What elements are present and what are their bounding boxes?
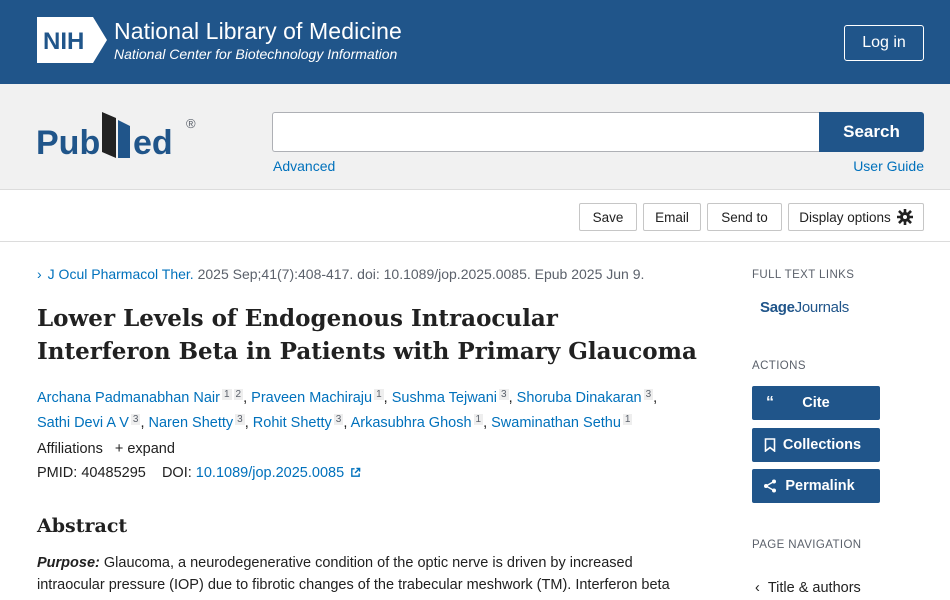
author-link[interactable]: Sathi Devi A V3 xyxy=(37,414,141,431)
affiliation-ref[interactable]: 1 xyxy=(374,389,384,400)
chevron-right-icon: › xyxy=(37,266,42,282)
article-ids: PMID: 40485295 DOI: 10.1089/jop.2025.008… xyxy=(37,465,361,481)
pubmed-logo[interactable]: Pub ed ® xyxy=(36,106,206,166)
author-link[interactable]: Rohit Shetty 3 xyxy=(252,414,344,431)
affiliation-ref[interactable]: 1 xyxy=(221,389,232,400)
author-link[interactable]: Praveen Machiraju 1 xyxy=(251,389,384,406)
doi-link[interactable]: 10.1089/jop.2025.0085 xyxy=(196,465,361,481)
affiliation-ref[interactable]: 2 xyxy=(233,389,244,400)
author-name: Sushma Tejwani xyxy=(391,390,498,406)
nav-title-authors-label: Title & authors xyxy=(767,580,861,596)
permalink-button[interactable]: Permalink xyxy=(752,469,880,503)
doi-value: 10.1089/jop.2025.0085 xyxy=(195,465,345,481)
author-name: Archana Padmanabhan Nair xyxy=(37,390,220,406)
sage-brand-suffix: Journals xyxy=(794,299,850,316)
nih-header: NIH National Library of Medicine Nationa… xyxy=(0,0,950,84)
author-separator: , xyxy=(243,390,252,406)
actions-heading: ACTIONS xyxy=(752,360,806,372)
author-separator: , xyxy=(508,390,517,406)
abstract-purpose-label: Purpose: xyxy=(37,555,100,571)
sage-brand: Sage xyxy=(760,299,795,316)
display-options-button[interactable]: Display options xyxy=(788,203,924,231)
authors-list: Archana Padmanabhan Nair 1 2, Praveen Mach… xyxy=(37,384,677,434)
author-name: Rohit Shetty xyxy=(252,415,332,431)
svg-text:Pub: Pub xyxy=(36,124,100,162)
nav-title-authors[interactable]: ‹ Title & authors xyxy=(755,580,861,596)
pmid-label: PMID: xyxy=(37,465,78,481)
email-button[interactable]: Email xyxy=(643,203,701,231)
page-navigation-heading: PAGE NAVIGATION xyxy=(752,539,862,551)
user-guide-link[interactable]: User Guide xyxy=(853,158,924,174)
article-title: Lower Levels of Endogenous Intraocular I… xyxy=(37,305,697,365)
nih-logo[interactable]: NIH xyxy=(37,17,107,63)
full-text-links-heading: FULL TEXT LINKS xyxy=(752,269,855,281)
author-separator: , xyxy=(140,415,149,431)
external-link-icon xyxy=(351,467,361,477)
article-toolbar: Save Email Send to Display options xyxy=(0,191,950,242)
author-name: Sathi Devi A V xyxy=(37,415,129,431)
author-separator: , xyxy=(483,415,492,431)
author-name: Arkasubhra Ghosh xyxy=(350,415,472,431)
doi-label: DOI: xyxy=(161,465,192,481)
permalink-label: Permalink xyxy=(785,478,855,494)
abstract-text: Purpose: Glaucoma, a neurodegenerative c… xyxy=(37,552,677,596)
abstract-purpose-text: Glaucoma, a neurodegenerative condition … xyxy=(37,555,670,593)
author-separator: , xyxy=(244,415,253,431)
author-name: Swaminathan Sethu xyxy=(491,415,621,431)
affiliation-ref[interactable]: 3 xyxy=(643,389,654,400)
author-link[interactable]: Sushma Tejwani 3 xyxy=(391,389,509,406)
org-title: National Library of Medicine xyxy=(114,18,402,44)
affiliations-expand-toggle[interactable]: + expand xyxy=(115,441,175,457)
svg-text:ed: ed xyxy=(133,124,173,162)
search-button[interactable]: Search xyxy=(819,112,924,152)
save-button[interactable]: Save xyxy=(579,203,637,231)
author-link[interactable]: Archana Padmanabhan Nair 1 2 xyxy=(37,389,244,406)
pmid-value: 40485295 xyxy=(81,465,146,481)
author-separator: , xyxy=(343,415,351,431)
author-name: Naren Shetty xyxy=(148,415,234,431)
affiliation-ref[interactable]: 3 xyxy=(333,414,344,425)
registered-mark: ® xyxy=(186,116,196,131)
citation-details: 2025 Sep;41(7):408-417. doi: 10.1089/jop… xyxy=(197,266,645,282)
author-separator: , xyxy=(383,390,392,406)
plus-icon: + xyxy=(114,441,124,457)
advanced-search-link[interactable]: Advanced xyxy=(273,158,335,174)
affiliation-ref[interactable]: 1 xyxy=(622,414,633,425)
affiliation-ref[interactable]: 1 xyxy=(473,414,484,425)
author-separator: , xyxy=(653,390,658,406)
author-link[interactable]: Swaminathan Sethu 1 xyxy=(491,414,633,431)
author-name: Praveen Machiraju xyxy=(251,390,373,406)
collections-label: Collections xyxy=(782,437,862,453)
cite-label: Cite xyxy=(802,395,830,411)
search-input[interactable] xyxy=(272,112,820,152)
sage-journals-link[interactable]: SageJournals xyxy=(760,299,849,316)
search-band: Pub ed ® Search Advanced User Guide xyxy=(0,84,950,190)
author-link[interactable]: Naren Shetty 3 xyxy=(148,414,245,431)
journal-link[interactable]: J Ocul Pharmacol Ther. xyxy=(48,266,194,282)
display-options-label: Display options xyxy=(799,209,891,225)
gear-icon xyxy=(896,209,913,225)
author-link[interactable]: Arkasubhra Ghosh 1 xyxy=(350,414,484,431)
login-button[interactable]: Log in xyxy=(844,25,924,61)
affiliations-label: Affiliations xyxy=(37,441,103,457)
affiliations-row: Affiliations + expand xyxy=(37,441,175,457)
affiliation-ref[interactable]: 3 xyxy=(235,414,245,425)
send-to-button[interactable]: Send to xyxy=(707,203,782,231)
abstract-heading: Abstract xyxy=(37,515,128,537)
cite-button[interactable]: “ Cite xyxy=(752,386,880,420)
affiliation-ref[interactable]: 3 xyxy=(499,389,509,400)
author-link[interactable]: Shoruba Dinakaran 3 xyxy=(516,389,654,406)
collections-button[interactable]: Collections xyxy=(752,428,880,462)
author-name: Shoruba Dinakaran xyxy=(516,390,642,406)
nih-logo-text: NIH xyxy=(43,28,84,55)
org-subtitle: National Center for Biotechnology Inform… xyxy=(114,46,398,62)
chevron-left-icon: ‹ xyxy=(755,580,760,596)
citation-line: › J Ocul Pharmacol Ther. 2025 Sep;41(7):4… xyxy=(37,266,644,282)
expand-label: expand xyxy=(127,441,175,457)
